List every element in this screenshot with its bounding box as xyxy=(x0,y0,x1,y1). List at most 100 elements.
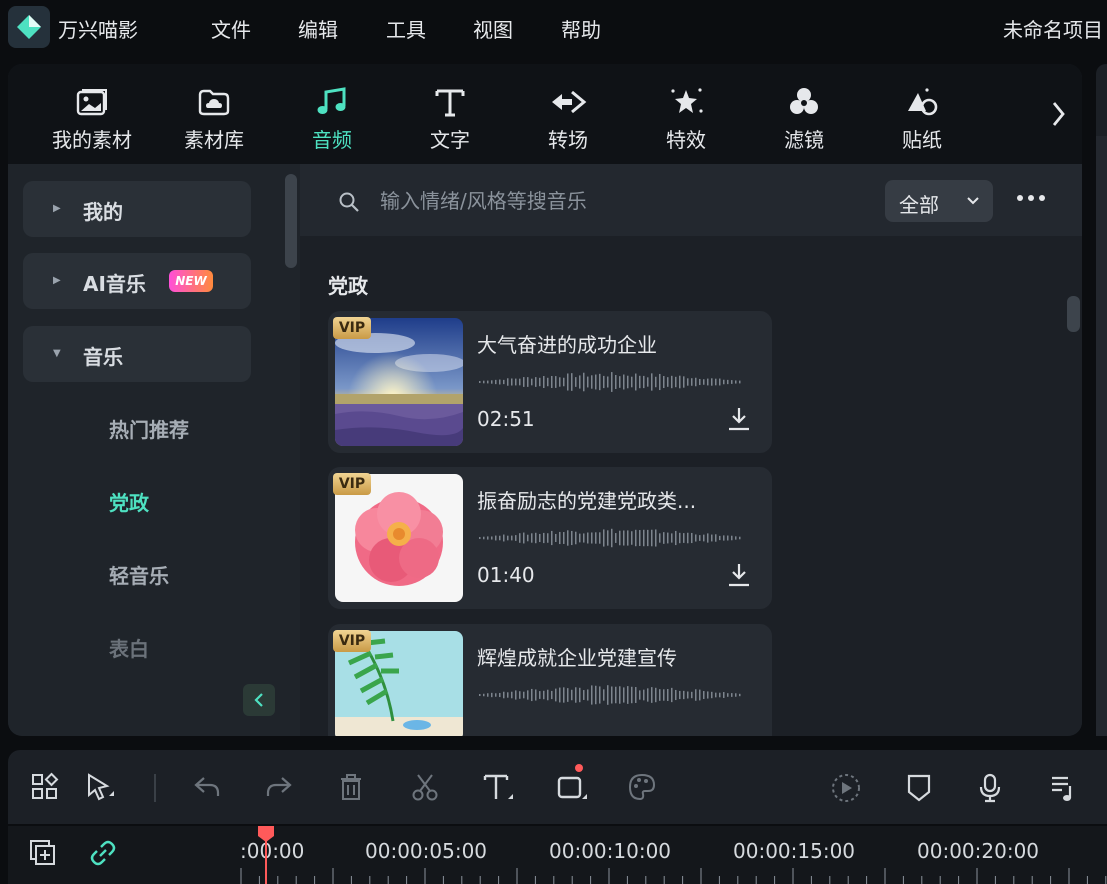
music-card[interactable]: VIP 辉煌成就企业党建宣传 xyxy=(328,624,772,736)
sidebar-item-confession[interactable]: 表白 xyxy=(109,633,149,662)
download-icon[interactable] xyxy=(726,405,752,437)
menu-tools[interactable]: 工具 xyxy=(386,14,426,43)
tab-text[interactable]: 文字 xyxy=(400,82,500,153)
vip-badge: VIP xyxy=(333,630,371,652)
add-track-icon[interactable] xyxy=(28,838,58,872)
tab-label: 我的素材 xyxy=(52,128,132,152)
text-tool-icon[interactable] xyxy=(482,772,516,806)
sidebar-item-hot[interactable]: 热门推荐 xyxy=(109,414,189,443)
image-folder-icon xyxy=(42,82,142,122)
track-duration: 02:51 xyxy=(477,407,535,431)
menu-edit[interactable]: 编辑 xyxy=(298,14,338,43)
app-logo-icon[interactable] xyxy=(8,6,50,48)
tab-transition[interactable]: 转场 xyxy=(518,82,618,153)
tab-label: 滤镜 xyxy=(784,128,824,152)
search-icon xyxy=(338,191,360,217)
preview-panel-edge xyxy=(1096,64,1107,736)
select-cursor-icon[interactable] xyxy=(85,772,119,806)
tab-filters[interactable]: 滤镜 xyxy=(754,82,854,153)
chevron-down-icon xyxy=(965,190,981,214)
transition-arrows-icon xyxy=(518,82,618,122)
track-title: 辉煌成就企业党建宣传 xyxy=(477,646,677,670)
waveform xyxy=(479,685,741,705)
app-name: 万兴喵影 xyxy=(58,18,138,42)
microphone-icon[interactable] xyxy=(976,772,1004,808)
vip-badge: VIP xyxy=(333,473,371,495)
scissors-icon[interactable] xyxy=(410,772,440,806)
waveform xyxy=(479,372,741,392)
tab-label: 素材库 xyxy=(184,128,244,152)
tab-label: 转场 xyxy=(548,128,588,152)
tab-label: 音频 xyxy=(312,128,352,152)
category-ai-music[interactable]: ▶ AI音乐 NEW xyxy=(23,253,251,309)
menu-help[interactable]: 帮助 xyxy=(561,14,601,43)
category-label: AI音乐 xyxy=(83,272,146,296)
category-sidebar: ▶ 我的 ▶ AI音乐 NEW ▼ 音乐 热门推荐 党政 轻音乐 表白 xyxy=(8,164,300,736)
tab-audio[interactable]: 音频 xyxy=(282,82,382,153)
tab-stickers[interactable]: 贴纸 xyxy=(872,82,972,153)
menu-file[interactable]: 文件 xyxy=(211,14,251,43)
content-scrollbar[interactable] xyxy=(1067,296,1080,332)
track-title: 振奋励志的党建党政类... xyxy=(477,489,697,513)
timecode-label: 00:00:10:00 xyxy=(549,839,672,863)
timeline-ruler: :00:00 00:00:05:00 00:00:10:00 00:00:15:… xyxy=(8,826,1107,884)
music-card[interactable]: VIP 振奋励志的党建党政类... 01:40 xyxy=(328,467,772,609)
text-t-icon xyxy=(400,82,500,122)
chevron-right-icon[interactable] xyxy=(1050,100,1066,132)
timecode-label: 00:00:15:00 xyxy=(733,839,856,863)
tab-effects[interactable]: 特效 xyxy=(636,82,736,153)
tab-my-media[interactable]: 我的素材 xyxy=(42,82,142,153)
sidebar-scrollbar[interactable] xyxy=(285,174,297,268)
sidebar-item-party-gov[interactable]: 党政 xyxy=(109,487,149,516)
category-music[interactable]: ▼ 音乐 xyxy=(23,326,251,382)
filter-label: 全部 xyxy=(899,193,939,217)
track-duration: 01:40 xyxy=(477,563,535,587)
download-icon[interactable] xyxy=(726,561,752,593)
waveform xyxy=(479,528,741,548)
category-my[interactable]: ▶ 我的 xyxy=(23,181,251,237)
crop-frame-icon[interactable] xyxy=(556,772,590,806)
sidebar-item-light-music[interactable]: 轻音乐 xyxy=(109,560,169,589)
magic-star-icon xyxy=(636,82,736,122)
filter-dropdown[interactable]: 全部 xyxy=(885,180,993,222)
more-options-icon[interactable] xyxy=(1015,188,1047,207)
audio-list-icon[interactable] xyxy=(1048,772,1078,808)
media-panel: 我的素材 素材库 音频 文字 转场 特效 滤镜 贴纸 ▶ 我的 ▶ AI音乐 N… xyxy=(8,64,1082,736)
color-palette-icon[interactable] xyxy=(627,772,657,806)
search-input[interactable] xyxy=(380,186,840,216)
collapse-sidebar-button[interactable] xyxy=(243,684,275,716)
tab-label: 贴纸 xyxy=(902,128,942,152)
asset-toolbar: 我的素材 素材库 音频 文字 转场 特效 滤镜 贴纸 xyxy=(8,64,1082,164)
ruler-ticks xyxy=(240,868,1107,884)
cloud-folder-icon xyxy=(164,82,264,122)
auto-play-icon[interactable] xyxy=(830,772,862,808)
tab-asset-library[interactable]: 素材库 xyxy=(164,82,264,153)
music-card[interactable]: VIP 大气奋进的成功企业 02:51 xyxy=(328,311,772,453)
sticker-shapes-icon xyxy=(872,82,972,122)
timecode-label: 00:00:05:00 xyxy=(365,839,488,863)
caret-right-icon: ▶ xyxy=(53,275,61,286)
link-icon[interactable] xyxy=(88,838,118,872)
section-title: 党政 xyxy=(328,274,368,298)
undo-icon[interactable] xyxy=(192,772,222,806)
caret-right-icon: ▶ xyxy=(53,203,61,214)
project-title[interactable]: 未命名项目 xyxy=(1003,14,1103,43)
layout-grid-icon[interactable] xyxy=(30,772,60,806)
search-bar: 全部 xyxy=(300,164,1082,236)
redo-icon[interactable] xyxy=(264,772,294,806)
vip-badge: VIP xyxy=(333,317,371,339)
delete-icon[interactable] xyxy=(337,772,365,806)
playhead[interactable] xyxy=(256,824,276,884)
menu-view[interactable]: 视图 xyxy=(473,14,513,43)
marker-shield-icon[interactable] xyxy=(905,772,933,808)
filter-circles-icon xyxy=(754,82,854,122)
tab-label: 特效 xyxy=(666,128,706,152)
toolbar-divider xyxy=(154,774,156,802)
tab-label: 文字 xyxy=(430,128,470,152)
category-label: 音乐 xyxy=(83,345,123,369)
caret-down-icon: ▼ xyxy=(53,348,61,359)
track-title: 大气奋进的成功企业 xyxy=(477,333,657,357)
music-note-icon xyxy=(282,82,382,122)
menu-bar: 万兴喵影 文件 编辑 工具 视图 帮助 未命名项目 xyxy=(0,0,1107,56)
new-badge: NEW xyxy=(169,270,213,292)
